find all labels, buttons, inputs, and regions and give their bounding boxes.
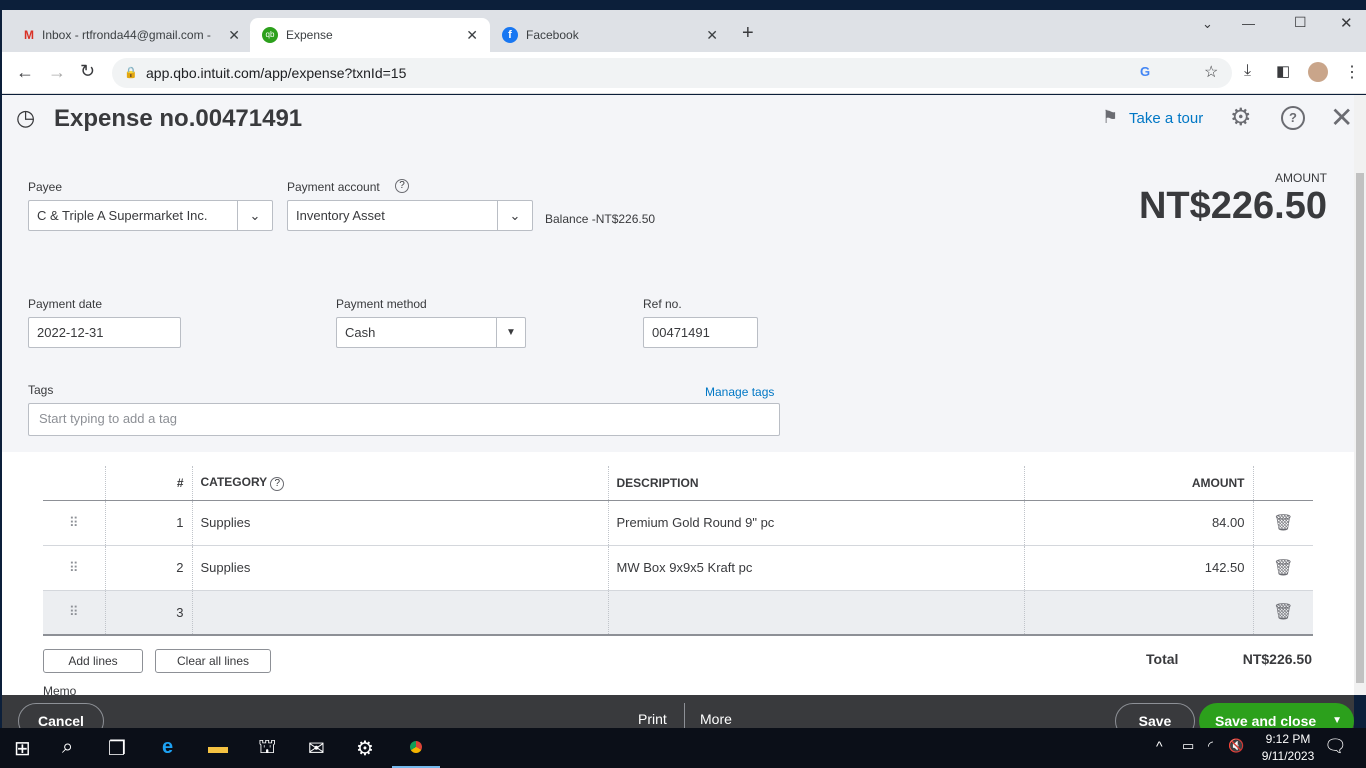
url-input[interactable]: 🔒 app.qbo.intuit.com/app/expense?txnId=15 — [112, 58, 1232, 88]
account-label: Payment account — [287, 180, 380, 194]
notifications-icon[interactable]: 🗨 — [1324, 736, 1347, 757]
ref-no-input[interactable]: 00471491 — [643, 317, 758, 348]
take-tour-link[interactable]: Take a tour — [1129, 110, 1203, 127]
reload-icon[interactable]: ↻ — [80, 61, 95, 82]
manage-tags-link[interactable]: Manage tags — [705, 385, 774, 399]
forward-icon[interactable]: → — [48, 62, 66, 83]
amount-total: NT$226.50 — [1138, 185, 1327, 227]
divider — [684, 703, 685, 731]
drag-handle-icon[interactable]: ⠿ — [43, 590, 106, 636]
caret-down-icon[interactable]: ▼ — [496, 318, 525, 347]
expense-form: ◷ Expense no.00471491 ⚑ Take a tour ⚙ ? … — [2, 95, 1354, 695]
payee-label: Payee — [28, 180, 63, 194]
menu-icon[interactable]: ⋮ — [1344, 62, 1360, 82]
side-panel-icon[interactable]: ◧ — [1276, 62, 1290, 80]
facebook-icon: f — [502, 27, 518, 43]
volume-muted-icon[interactable]: 🔇 — [1228, 738, 1244, 754]
help-icon[interactable]: ? — [1281, 106, 1305, 130]
settings-icon[interactable]: ⚙ — [356, 736, 374, 761]
minimize-button[interactable]: — — [1242, 16, 1255, 31]
date-label: Payment date — [28, 297, 103, 311]
add-lines-button[interactable]: Add lines — [43, 649, 143, 673]
mail-icon[interactable]: ✉ — [308, 736, 325, 761]
file-explorer-icon[interactable]: ▬ — [208, 736, 228, 759]
amount-label: AMOUNT — [1275, 171, 1327, 185]
edge-icon[interactable]: e — [162, 736, 173, 759]
address-bar: ← → ↻ 🔒 app.qbo.intuit.com/app/expense?tx… — [2, 52, 1366, 94]
google-icon[interactable]: G — [1140, 64, 1150, 79]
maximize-button[interactable]: ☐ — [1294, 14, 1307, 31]
payment-method-select[interactable]: Cash ▼ — [336, 317, 526, 348]
table-row[interactable]: ⠿ 1 Supplies Premium Gold Round 9" pc 84… — [43, 500, 1313, 546]
scrollbar[interactable] — [1354, 95, 1366, 695]
table-row[interactable]: ⠿ 3 🗑 — [43, 590, 1313, 636]
tab-bar: M Inbox - rtfronda44@gmail.com - ✕ qb Expen… — [2, 10, 1366, 52]
taskbar: ⊞ ⌕ ❐ e ▬ ⛫ ✉ ⚙ ^ ▭ ◜ 🔇 9:12 PM 9/11/202… — [0, 728, 1366, 768]
tab-facebook[interactable]: f Facebook ✕ — [490, 18, 730, 52]
wifi-icon[interactable]: ◜ — [1208, 738, 1213, 754]
trash-icon[interactable]: 🗑 — [1253, 500, 1313, 546]
balance-text: Balance -NT$226.50 — [545, 212, 656, 226]
drag-handle-icon[interactable]: ⠿ — [43, 500, 106, 546]
tab-expense[interactable]: qb Expense ✕ — [250, 18, 490, 52]
close-tab-icon[interactable]: ✕ — [466, 27, 478, 44]
chrome-icon[interactable] — [404, 735, 428, 759]
battery-icon[interactable]: ▭ — [1182, 738, 1194, 754]
close-tab-icon[interactable]: ✕ — [706, 27, 718, 44]
close-icon[interactable]: ✕ — [1330, 101, 1353, 134]
store-icon[interactable]: ⛫ — [258, 736, 276, 761]
payment-account-select[interactable]: Inventory Asset ⌄ — [287, 200, 533, 231]
total-amount: NT$226.50 — [1242, 651, 1312, 667]
tab-inbox[interactable]: M Inbox - rtfronda44@gmail.com - ✕ — [12, 18, 252, 52]
trash-icon[interactable]: 🗑 — [1253, 590, 1313, 636]
lock-icon: 🔒 — [124, 67, 138, 79]
help-icon[interactable]: ? — [395, 179, 409, 193]
drag-handle-icon[interactable]: ⠿ — [43, 545, 106, 591]
table-row[interactable]: ⠿ 2 Supplies MW Box 9x9x5 Kraft pc 142.5… — [43, 545, 1313, 591]
bookmark-star-icon[interactable]: ☆ — [1204, 62, 1218, 82]
clear-lines-button[interactable]: Clear all lines — [155, 649, 271, 673]
task-view-icon[interactable]: ❐ — [108, 736, 126, 761]
chevron-down-icon[interactable]: ⌄ — [237, 201, 272, 230]
print-button[interactable]: Print — [638, 711, 667, 727]
windows-start-icon[interactable]: ⊞ — [14, 736, 31, 761]
qb-icon: qb — [262, 27, 278, 43]
back-icon[interactable]: ← — [16, 62, 34, 83]
signpost-icon: ⚑ — [1102, 107, 1119, 127]
method-label: Payment method — [336, 297, 427, 311]
tray-chevron-icon[interactable]: ^ — [1156, 738, 1163, 754]
clock-time[interactable]: 9:12 PM — [1258, 732, 1318, 746]
total-label: Total — [1146, 651, 1179, 667]
footer-bar: Cancel Print More Save Save and close ▼ — [2, 695, 1354, 739]
close-window-button[interactable]: ✕ — [1340, 14, 1353, 32]
payment-date-input[interactable]: 2022-12-31 — [28, 317, 181, 348]
payee-select[interactable]: C & Triple A Supermarket Inc. ⌄ — [28, 200, 273, 231]
table-header: # CATEGORY ? DESCRIPTION AMOUNT — [43, 466, 1313, 501]
help-icon[interactable]: ? — [270, 476, 285, 491]
search-icon[interactable]: ⌕ — [62, 736, 73, 759]
trash-icon[interactable]: 🗑 — [1253, 545, 1313, 591]
clock-date[interactable]: 9/11/2023 — [1253, 749, 1323, 763]
line-items: # CATEGORY ? DESCRIPTION AMOUNT ⠿ 1 Supp… — [2, 452, 1354, 695]
tags-input[interactable]: Start typing to add a tag — [28, 403, 780, 436]
category-table: # CATEGORY ? DESCRIPTION AMOUNT ⠿ 1 Supp… — [43, 466, 1313, 636]
close-tab-icon[interactable]: ✕ — [228, 27, 240, 44]
avatar[interactable] — [1308, 62, 1328, 82]
page-title: Expense no.00471491 — [54, 105, 303, 132]
tab-search-icon[interactable]: ⌄ — [1202, 16, 1213, 32]
memo-label: Memo — [43, 684, 77, 695]
ref-label: Ref no. — [643, 297, 682, 311]
new-tab-button[interactable]: + — [742, 22, 754, 45]
gmail-icon: M — [24, 28, 34, 42]
chevron-down-icon[interactable]: ⌄ — [497, 201, 532, 230]
download-icon[interactable]: ⤓ — [1244, 62, 1251, 80]
gear-icon[interactable]: ⚙ — [1230, 103, 1252, 132]
tags-label: Tags — [28, 383, 54, 397]
more-button[interactable]: More — [700, 711, 732, 727]
recent-history-icon[interactable]: ◷ — [16, 105, 35, 131]
